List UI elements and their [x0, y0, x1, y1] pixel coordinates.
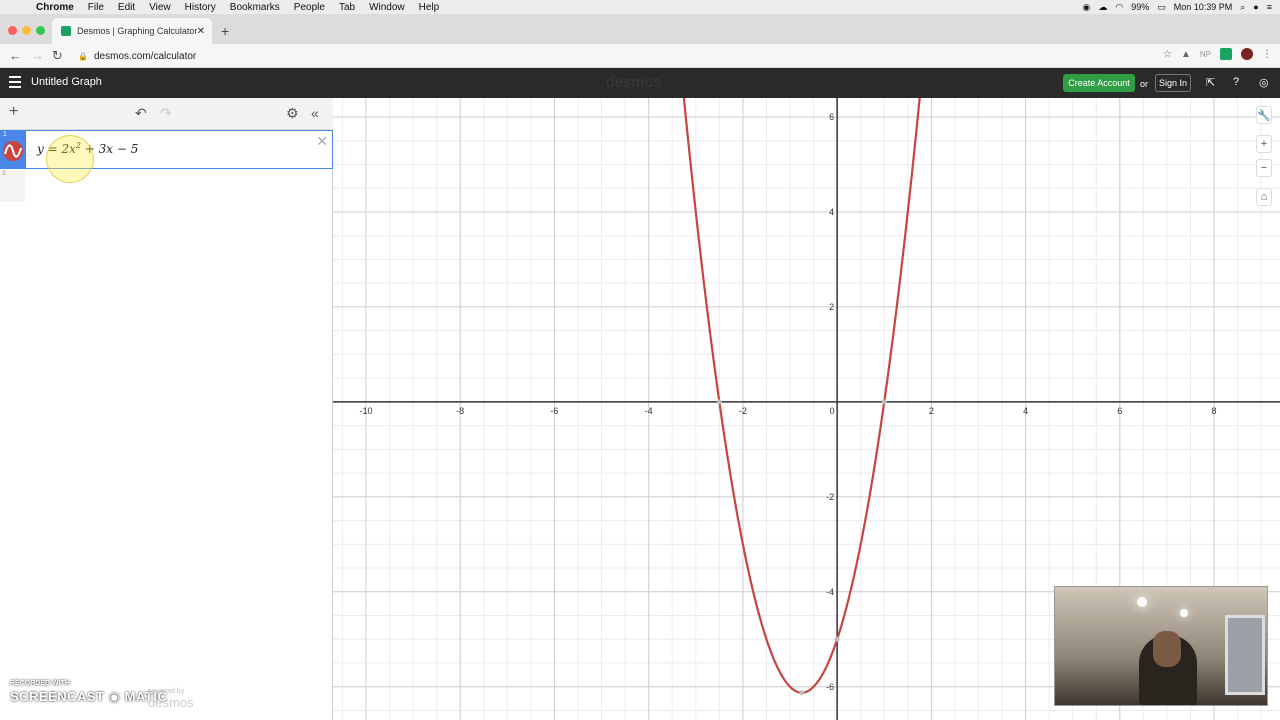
help-icon[interactable]: ?: [1233, 76, 1239, 88]
graph-title[interactable]: Untitled Graph: [31, 76, 102, 88]
parabola-curve: [682, 98, 921, 694]
menu-help[interactable]: Help: [419, 2, 440, 13]
menu-file[interactable]: File: [88, 2, 104, 13]
y-tick-label: -4: [826, 587, 834, 597]
browser-toolbar: ← → ↻ 🔒 desmos.com/calculator ☆ ▲ NP ⋮: [0, 44, 1280, 68]
undo-icon[interactable]: ↶: [135, 105, 147, 122]
watermark-line1: RECORDED WITH: [10, 680, 70, 687]
minimize-window-icon[interactable]: [22, 26, 31, 35]
chrome-menu-icon[interactable]: ⋮: [1262, 49, 1272, 60]
x-tick-label: -8: [456, 406, 464, 416]
notification-center-icon[interactable]: ≡: [1267, 2, 1272, 12]
menu-app-name[interactable]: Chrome: [36, 2, 74, 13]
menu-window[interactable]: Window: [369, 2, 405, 13]
y-tick-label: 2: [829, 302, 834, 312]
hamburger-menu-icon[interactable]: [9, 76, 21, 88]
new-tab-icon[interactable]: +: [221, 23, 229, 39]
powered-by-label: powered by: [148, 688, 185, 695]
menu-people[interactable]: People: [294, 2, 325, 13]
redo-icon[interactable]: ↷: [160, 105, 172, 122]
expression-index: 1: [3, 131, 7, 138]
bookmark-star-icon[interactable]: ☆: [1163, 49, 1172, 60]
watermark-line2: SCREENCAST ◉ MATIC: [10, 689, 168, 704]
desmos-favicon-icon: [61, 26, 71, 36]
point-of-interest: [716, 399, 722, 405]
close-tab-icon[interactable]: ✕: [197, 26, 205, 37]
mouse-cursor-highlight: [46, 135, 94, 183]
expression-tab[interactable]: 1: [1, 131, 26, 168]
y-tick-label: 4: [829, 207, 834, 217]
desmos-logo: desmos: [606, 74, 662, 91]
extension-drive-icon[interactable]: ▲: [1181, 49, 1191, 60]
point-of-interest: [834, 636, 840, 642]
powered-by-brand: desmos: [148, 695, 194, 710]
graph-settings-wrench-icon[interactable]: 🔧: [1256, 106, 1272, 124]
y-tick-label: -2: [826, 492, 834, 502]
search-icon[interactable]: ⌕: [1240, 2, 1245, 13]
extension-green-icon[interactable]: [1220, 48, 1232, 60]
extension-area: ☆ ▲ NP ⋮: [1163, 48, 1272, 60]
powered-by: powered by desmos: [148, 688, 194, 710]
forward-icon[interactable]: →: [31, 48, 44, 63]
clock[interactable]: Mon 10:39 PM: [1174, 2, 1233, 12]
globe-icon[interactable]: ◎: [1259, 76, 1269, 89]
menu-history[interactable]: History: [185, 2, 216, 13]
address-bar[interactable]: 🔒 desmos.com/calculator: [78, 48, 1158, 64]
menu-edit[interactable]: Edit: [118, 2, 135, 13]
y-tick-label: 6: [829, 112, 834, 122]
browser-tab[interactable]: Desmos | Graphing Calculator ✕: [52, 18, 212, 44]
lock-icon: 🔒: [78, 51, 88, 61]
wifi-icon[interactable]: ◠: [1115, 2, 1123, 13]
x-tick-label: 8: [1212, 406, 1217, 416]
graph-style-icon[interactable]: [3, 141, 23, 161]
record-icon[interactable]: ◉: [1082, 2, 1090, 13]
macos-menubar: Chrome File Edit View History Bookmarks …: [0, 0, 1280, 14]
settings-gear-icon[interactable]: ⚙: [286, 105, 299, 122]
zoom-in-icon[interactable]: +: [1256, 135, 1272, 153]
cloud-icon[interactable]: ☁: [1098, 2, 1107, 13]
collapse-panel-icon[interactable]: «: [311, 105, 319, 121]
screencast-watermark: RECORDED WITH SCREENCAST ◉ MATIC: [10, 680, 167, 705]
x-tick-label: -10: [359, 406, 372, 416]
x-tick-label: -6: [550, 406, 558, 416]
reload-icon[interactable]: ↻: [52, 48, 63, 64]
menu-bookmarks[interactable]: Bookmarks: [230, 2, 280, 13]
menubar-status: ◉ ☁ ◠ 99% ▭ Mon 10:39 PM ⌕ ● ≡: [1082, 0, 1272, 14]
siri-icon[interactable]: ●: [1253, 2, 1258, 12]
tab-title: Desmos | Graphing Calculator: [77, 26, 197, 36]
add-expression-icon[interactable]: +: [9, 103, 18, 121]
x-tick-label: 0: [830, 406, 835, 416]
battery-icon[interactable]: ▭: [1157, 2, 1166, 13]
url-text: desmos.com/calculator: [94, 50, 197, 62]
menu-view[interactable]: View: [149, 2, 171, 13]
profile-avatar[interactable]: [1241, 48, 1253, 60]
empty-expression-row[interactable]: 2: [0, 170, 25, 202]
sign-in-button[interactable]: Sign In: [1155, 74, 1191, 92]
extension-np-icon[interactable]: NP: [1200, 50, 1211, 59]
maximize-window-icon[interactable]: [36, 26, 45, 35]
menu-tab[interactable]: Tab: [339, 2, 355, 13]
default-zoom-home-icon[interactable]: ⌂: [1256, 188, 1272, 206]
create-account-button[interactable]: Create Account: [1063, 74, 1135, 92]
tab-strip: Desmos | Graphing Calculator ✕ +: [0, 14, 1280, 44]
x-tick-label: -4: [645, 406, 653, 416]
back-icon[interactable]: ←: [9, 48, 22, 63]
y-tick-label: -6: [826, 682, 834, 692]
x-tick-label: -2: [739, 406, 747, 416]
webcam-overlay: [1054, 586, 1268, 706]
expression-panel: + ↶ ↷ ⚙ « 1 y = 2x2 + 3x − 5 ✕ 2: [0, 98, 333, 720]
point-of-interest: [799, 690, 805, 696]
battery-percent[interactable]: 99%: [1131, 2, 1149, 12]
close-window-icon[interactable]: [8, 26, 17, 35]
delete-expression-icon[interactable]: ✕: [316, 133, 328, 150]
or-label: or: [1140, 79, 1149, 89]
zoom-out-icon[interactable]: −: [1256, 159, 1272, 177]
share-icon[interactable]: ⇱: [1206, 76, 1215, 89]
x-tick-label: 4: [1023, 406, 1028, 416]
expression-toolbar: + ↶ ↷ ⚙ «: [0, 98, 333, 130]
expression-index-2: 2: [2, 170, 6, 177]
x-tick-label: 2: [929, 406, 934, 416]
point-of-interest: [881, 399, 887, 405]
x-tick-label: 6: [1117, 406, 1122, 416]
